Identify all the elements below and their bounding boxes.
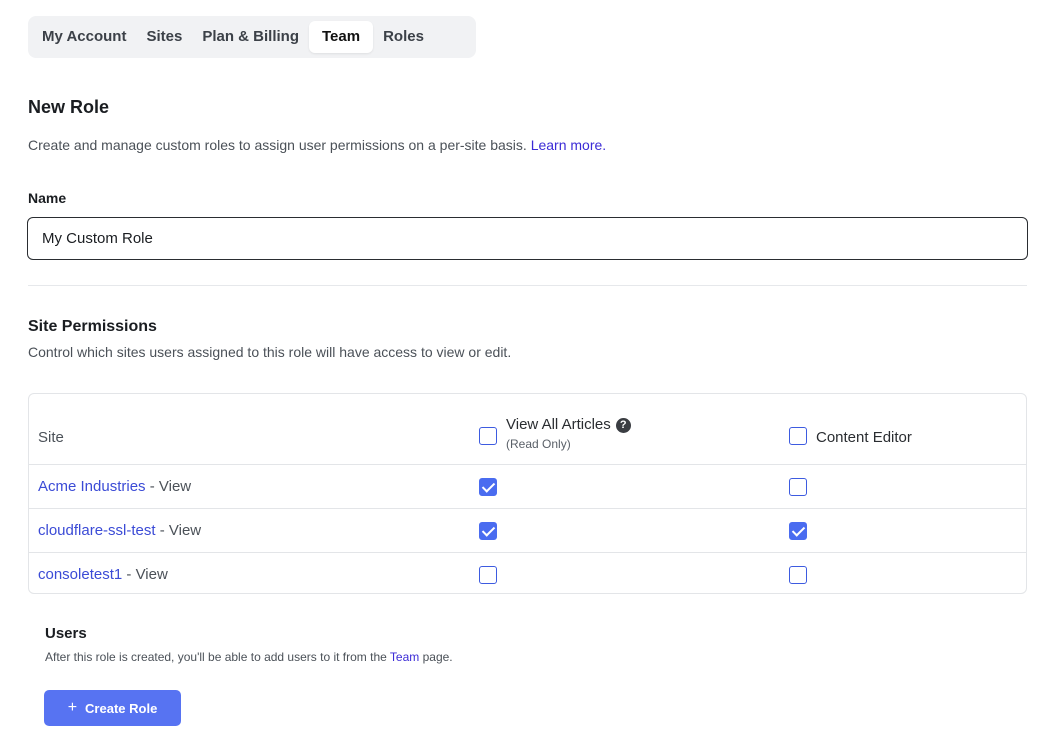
tab-roles[interactable]: Roles bbox=[373, 21, 434, 53]
create-role-label: Create Role bbox=[85, 700, 158, 716]
table-row: Acme Industries - View bbox=[29, 465, 1026, 509]
site-permissions-title: Site Permissions bbox=[28, 318, 157, 335]
site-link[interactable]: Acme Industries bbox=[38, 478, 146, 495]
permissions-table: Site View All Articles? (Read Only) Cont… bbox=[28, 393, 1027, 594]
view-all-header-checkbox[interactable] bbox=[479, 427, 497, 445]
site-access-suffix: - View bbox=[145, 478, 192, 495]
column-header-content-editor: Content Editor bbox=[816, 429, 912, 446]
view-all-checkbox[interactable] bbox=[479, 522, 497, 540]
account-tabs: My Account Sites Plan & Billing Team Rol… bbox=[28, 16, 476, 58]
team-link[interactable]: Team bbox=[390, 650, 419, 664]
content-editor-header-checkbox[interactable] bbox=[789, 427, 807, 445]
create-role-button[interactable]: + Create Role bbox=[44, 690, 181, 726]
table-row: consoletest1 - View bbox=[29, 553, 1026, 594]
site-cell: cloudflare-ssl-test - View bbox=[38, 522, 201, 539]
users-title: Users bbox=[45, 625, 87, 642]
tab-plan-billing[interactable]: Plan & Billing bbox=[192, 21, 309, 53]
content-editor-checkbox[interactable] bbox=[789, 522, 807, 540]
users-description-after: page. bbox=[419, 650, 453, 664]
role-name-input[interactable] bbox=[27, 217, 1028, 260]
column-header-site: Site bbox=[38, 429, 64, 446]
learn-more-link[interactable]: Learn more. bbox=[531, 137, 606, 153]
view-all-checkbox[interactable] bbox=[479, 566, 497, 584]
section-divider bbox=[28, 285, 1027, 286]
site-access-suffix: - View bbox=[155, 522, 202, 539]
view-all-label: View All Articles bbox=[506, 416, 611, 433]
page-title: New Role bbox=[28, 97, 110, 117]
table-header-row: Site View All Articles? (Read Only) Cont… bbox=[29, 394, 1026, 465]
help-icon[interactable]: ? bbox=[615, 418, 631, 433]
users-description: After this role is created, you'll be ab… bbox=[45, 650, 453, 664]
read-only-note: (Read Only) bbox=[506, 437, 571, 451]
page-description: Create and manage custom roles to assign… bbox=[28, 137, 606, 153]
content-editor-checkbox[interactable] bbox=[789, 478, 807, 496]
plus-icon: + bbox=[67, 699, 78, 716]
users-description-before: After this role is created, you'll be ab… bbox=[45, 650, 390, 664]
tab-my-account[interactable]: My Account bbox=[32, 21, 136, 53]
view-all-checkbox[interactable] bbox=[479, 478, 497, 496]
tab-team[interactable]: Team bbox=[309, 21, 374, 53]
site-access-suffix: - View bbox=[122, 566, 168, 583]
site-permissions-description: Control which sites users assigned to th… bbox=[28, 344, 512, 360]
site-link[interactable]: cloudflare-ssl-test bbox=[38, 522, 156, 539]
site-cell: consoletest1 - View bbox=[38, 566, 168, 583]
site-link[interactable]: consoletest1 bbox=[38, 566, 122, 583]
site-cell: Acme Industries - View bbox=[38, 478, 191, 495]
tab-sites[interactable]: Sites bbox=[136, 21, 192, 53]
name-label: Name bbox=[28, 190, 67, 206]
page-description-text: Create and manage custom roles to assign… bbox=[28, 137, 527, 153]
table-row: cloudflare-ssl-test - View bbox=[29, 509, 1026, 553]
column-header-view-all: View All Articles? bbox=[506, 416, 631, 433]
content-editor-checkbox[interactable] bbox=[789, 566, 807, 584]
